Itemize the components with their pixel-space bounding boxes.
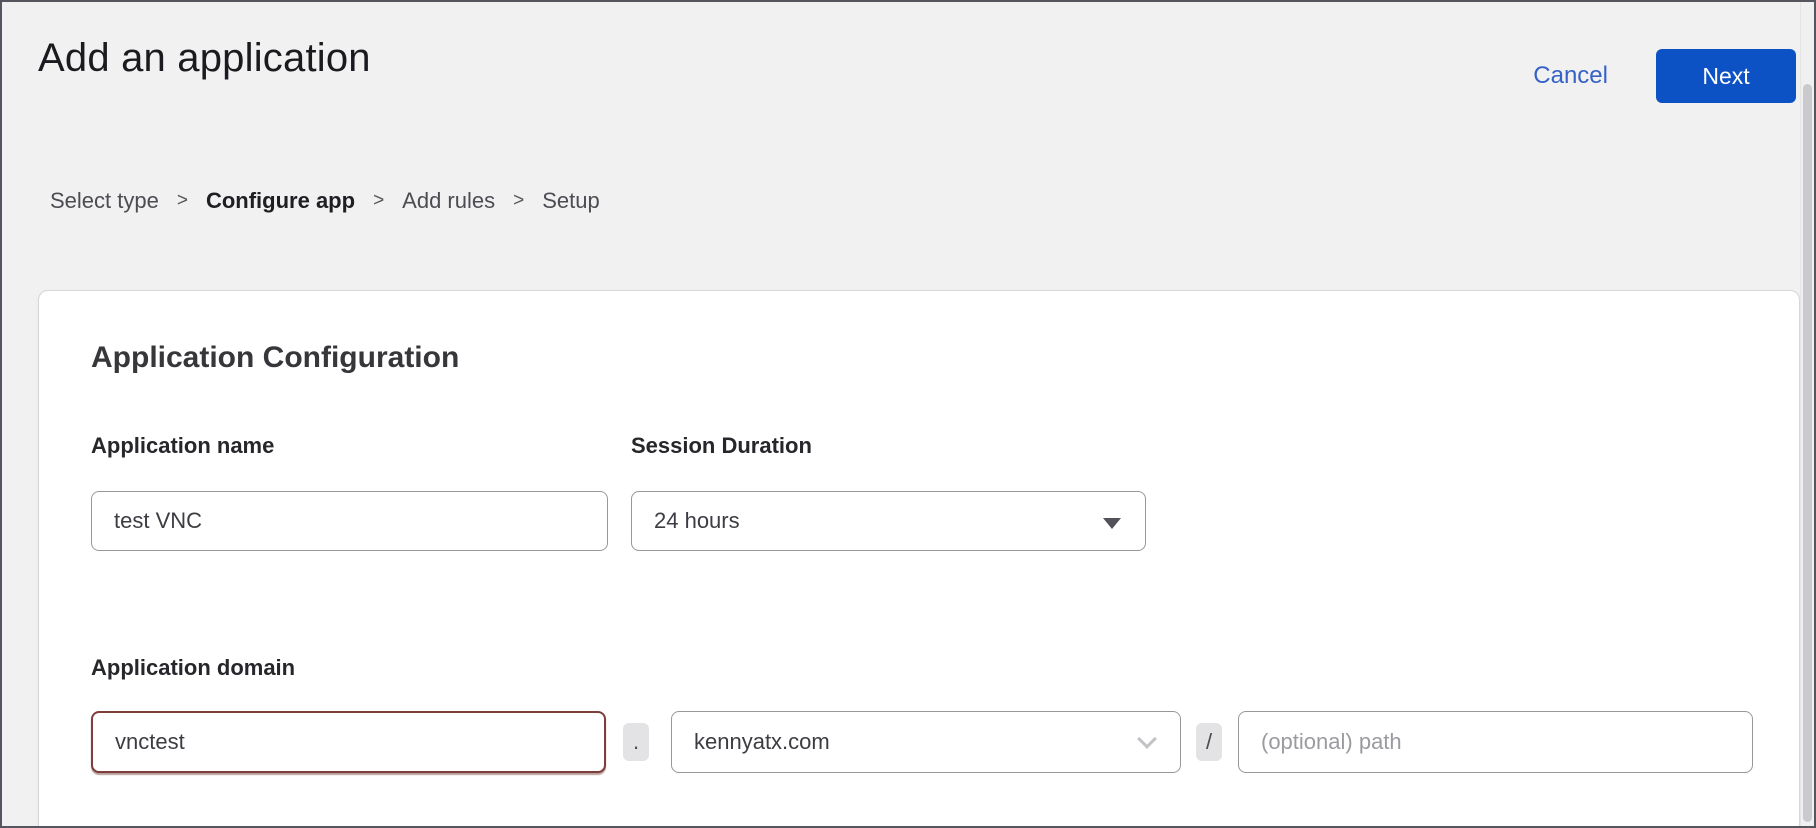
caret-down-icon bbox=[1103, 518, 1121, 529]
application-name-input[interactable] bbox=[91, 491, 608, 551]
slash-separator: / bbox=[1196, 723, 1222, 761]
chevron-down-icon bbox=[1137, 729, 1157, 749]
breadcrumb-step-add-rules[interactable]: Add rules bbox=[402, 188, 495, 214]
breadcrumb-separator: > bbox=[513, 190, 524, 212]
application-name-label: Application name bbox=[91, 431, 274, 461]
breadcrumb-step-select-type[interactable]: Select type bbox=[50, 188, 159, 214]
breadcrumb-separator: > bbox=[373, 190, 384, 212]
header-actions: Cancel Next bbox=[1533, 49, 1796, 103]
add-application-screen: Add an application Cancel Next Select ty… bbox=[0, 0, 1816, 828]
breadcrumb-separator: > bbox=[177, 190, 188, 212]
card-heading: Application Configuration bbox=[91, 341, 459, 375]
cancel-button[interactable]: Cancel bbox=[1533, 62, 1608, 90]
breadcrumb-step-setup[interactable]: Setup bbox=[542, 188, 600, 214]
session-duration-select[interactable]: 24 hours bbox=[631, 491, 1146, 551]
session-duration-label: Session Duration bbox=[631, 431, 812, 461]
dot-separator: . bbox=[623, 723, 649, 761]
breadcrumb-step-configure-app[interactable]: Configure app bbox=[206, 188, 355, 214]
session-duration-value: 24 hours bbox=[654, 508, 740, 534]
domain-select[interactable]: kennyatx.com bbox=[671, 711, 1181, 773]
vertical-scrollbar-track[interactable] bbox=[1800, 2, 1814, 826]
vertical-scrollbar-thumb[interactable] bbox=[1803, 84, 1812, 822]
path-input[interactable] bbox=[1238, 711, 1753, 773]
domain-value: kennyatx.com bbox=[694, 729, 830, 755]
breadcrumb: Select type > Configure app > Add rules … bbox=[50, 188, 600, 214]
next-button[interactable]: Next bbox=[1656, 49, 1796, 103]
page-title: Add an application bbox=[38, 36, 371, 81]
subdomain-input[interactable] bbox=[91, 711, 606, 773]
application-domain-label: Application domain bbox=[91, 653, 295, 683]
application-configuration-card: Application Configuration Application na… bbox=[38, 290, 1800, 828]
